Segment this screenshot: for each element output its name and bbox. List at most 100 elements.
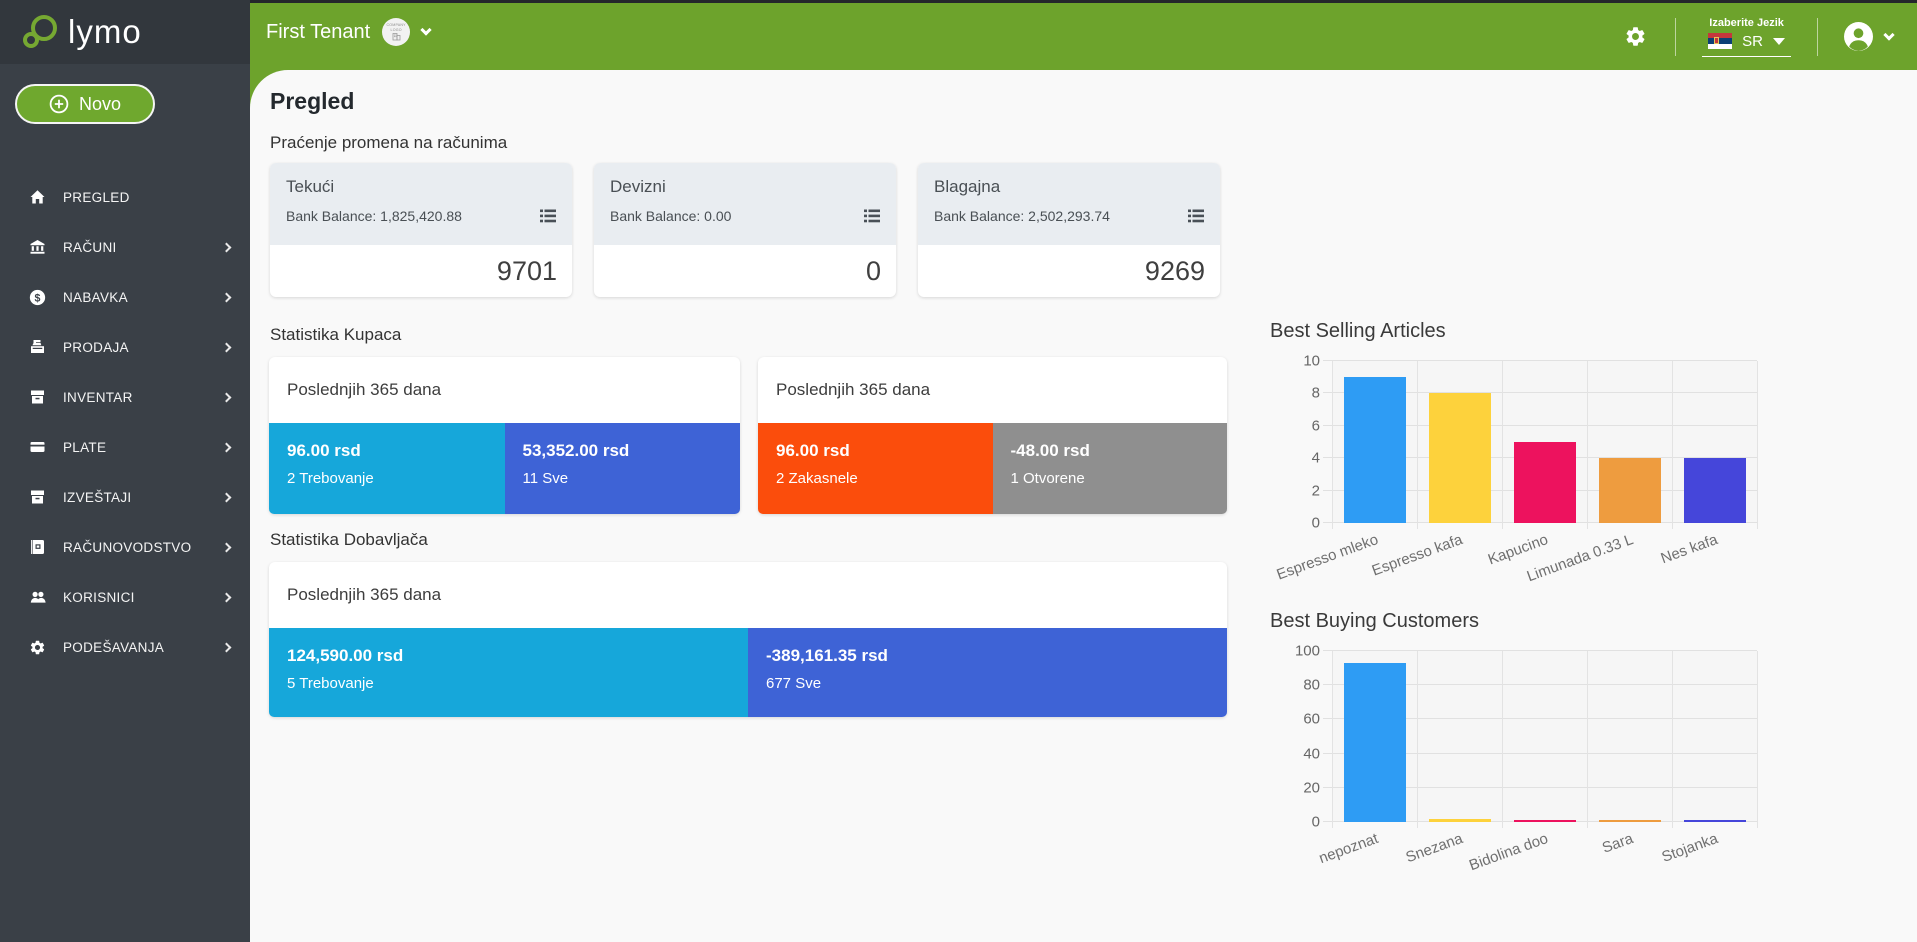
gridline — [1672, 651, 1673, 828]
gridline — [1502, 651, 1503, 828]
chevron-right-icon — [222, 542, 232, 552]
credit-card-icon — [28, 439, 47, 456]
tenant-selector[interactable]: First Tenant COMPANY LOGO — [266, 18, 430, 46]
account-name: Tekući — [286, 177, 556, 197]
best-buying-customers-chart: Best Buying Customers 020406080100 nepoz… — [1252, 610, 1792, 878]
settings-gear-icon — [28, 639, 47, 656]
sidebar-item-label: NABAVKA — [63, 290, 223, 305]
y-tick-label: 2 — [1312, 482, 1320, 499]
lymo-rings-icon — [20, 11, 62, 53]
y-tick-label: 0 — [1312, 814, 1320, 831]
customer-stat-card: Poslednjih 365 dana 96.00 rsd 2 Trebovan… — [269, 357, 740, 514]
account-name: Devizni — [610, 177, 880, 197]
sidebar-item-podesavanja[interactable]: PODEŠAVANJA — [0, 622, 250, 672]
chart-plot: 020406080100 — [1332, 651, 1757, 822]
stat-tile-zakasnele[interactable]: 96.00 rsd 2 Zakasnele — [758, 423, 993, 514]
list-icon[interactable] — [1188, 209, 1204, 223]
users-icon — [28, 589, 47, 606]
y-tick-label: 60 — [1303, 711, 1320, 728]
bar-kapucino[interactable] — [1514, 442, 1576, 523]
bar-nes-kafa[interactable] — [1684, 458, 1746, 523]
bar-espresso-kafa[interactable] — [1429, 393, 1491, 523]
supplier-stat-card: Poslednjih 365 dana 124,590.00 rsd 5 Tre… — [269, 562, 1227, 717]
cash-register-icon — [28, 339, 47, 356]
y-tick-label: 0 — [1312, 515, 1320, 532]
logo-text: lymo — [68, 13, 142, 51]
sidebar-item-nabavka[interactable]: $ NABAVKA — [0, 272, 250, 322]
gridline — [1323, 650, 1757, 651]
account-balance: Bank Balance: 2,502,293.74 — [934, 208, 1110, 224]
chevron-right-icon — [222, 442, 232, 452]
account-card-blagajna: Blagajna Bank Balance: 2,502,293.74 9269 — [918, 163, 1220, 297]
gridline — [1587, 361, 1588, 529]
language-selector[interactable]: Izaberite Jezik SR — [1702, 17, 1791, 57]
stat-tile-label: 5 Trebovanje — [287, 675, 748, 692]
archive-box-icon — [28, 389, 47, 406]
y-tick-label: 100 — [1295, 643, 1320, 660]
sidebar-item-label: RAČUNI — [63, 240, 223, 255]
stat-tile-sve[interactable]: -389,161.35 rsd 677 Sve — [748, 628, 1227, 717]
suppliers-section-title: Statistika Dobavljača — [270, 530, 428, 550]
accounts-section-title: Praćenje promena na računima — [270, 133, 507, 153]
stat-tile-trebovanje[interactable]: 96.00 rsd 2 Trebovanje — [269, 423, 505, 514]
sidebar-item-label: INVENTAR — [63, 390, 223, 405]
settings-gear-icon[interactable] — [1624, 25, 1647, 48]
x-axis-label: Espresso mleko — [1274, 531, 1380, 583]
gridline — [1323, 360, 1757, 361]
x-axis-label: nepoznat — [1316, 830, 1380, 867]
novo-button[interactable]: Novo — [15, 84, 155, 124]
building-icon — [392, 32, 401, 41]
bank-icon — [28, 239, 47, 256]
sidebar-item-pregled[interactable]: PREGLED — [0, 172, 250, 222]
bar-limunada-0-33-l[interactable] — [1599, 458, 1661, 523]
x-axis-label: Nes kafa — [1659, 531, 1720, 567]
stat-tile-value: 124,590.00 rsd — [287, 646, 748, 666]
ledger-book-icon — [28, 539, 47, 556]
sidebar-item-label: PREGLED — [63, 190, 230, 205]
account-card-header: Devizni Bank Balance: 0.00 — [594, 163, 896, 245]
archive-box-icon — [28, 489, 47, 506]
account-count: 9269 — [1145, 256, 1205, 287]
dollar-circle-icon: $ — [28, 289, 47, 306]
sidebar-item-label: IZVEŠTAJI — [63, 490, 223, 505]
divider — [1675, 18, 1676, 56]
app-logo[interactable]: lymo — [0, 0, 250, 64]
chevron-right-icon — [222, 292, 232, 302]
sidebar-item-inventar[interactable]: INVENTAR — [0, 372, 250, 422]
gridline — [1757, 361, 1758, 529]
stat-tile-value: -48.00 rsd — [1011, 441, 1228, 461]
stat-tile-trebovanje[interactable]: 124,590.00 rsd 5 Trebovanje — [269, 628, 748, 717]
chevron-right-icon — [222, 592, 232, 602]
account-balance: Bank Balance: 0.00 — [610, 208, 731, 224]
topbar-actions: Izaberite Jezik SR — [1624, 3, 1917, 70]
sidebar-item-izvestaji[interactable]: IZVEŠTAJI — [0, 472, 250, 522]
stat-period-label: Poslednjih 365 dana — [758, 357, 1227, 423]
list-icon[interactable] — [540, 209, 556, 223]
page-title: Pregled — [270, 88, 354, 115]
sidebar-item-plate[interactable]: PLATE — [0, 422, 250, 472]
stat-tile-otvorene[interactable]: -48.00 rsd 1 Otvorene — [993, 423, 1228, 514]
bar-nepoznat[interactable] — [1344, 663, 1406, 822]
sidebar-item-korisnici[interactable]: KORISNICI — [0, 572, 250, 622]
account-balance: Bank Balance: 1,825,420.88 — [286, 208, 462, 224]
chart-yaxis: 020406080100 — [1252, 651, 1332, 822]
sidebar-item-racunovodstvo[interactable]: RAČUNOVODSTVO — [0, 522, 250, 572]
gridline — [1672, 361, 1673, 529]
plus-circle-icon — [49, 94, 69, 114]
stat-tile-label: 2 Trebovanje — [287, 470, 505, 487]
account-card-devizni: Devizni Bank Balance: 0.00 0 — [594, 163, 896, 297]
list-icon[interactable] — [864, 209, 880, 223]
chart-xlabels: nepoznatSnezanaBidolina dooSaraStojanka — [1332, 822, 1757, 878]
y-tick-label: 80 — [1303, 677, 1320, 694]
company-logo-badge: COMPANY LOGO — [382, 18, 410, 46]
sidebar-item-racuni[interactable]: RAČUNI — [0, 222, 250, 272]
user-menu[interactable] — [1844, 22, 1893, 51]
sidebar-item-prodaja[interactable]: PRODAJA — [0, 322, 250, 372]
stat-tile-sve[interactable]: 53,352.00 rsd 11 Sve — [505, 423, 741, 514]
customer-stat-card: Poslednjih 365 dana 96.00 rsd 2 Zakasnel… — [758, 357, 1227, 514]
bar-espresso-mleko[interactable] — [1344, 377, 1406, 523]
sidebar-item-label: PRODAJA — [63, 340, 223, 355]
sidebar-item-label: RAČUNOVODSTVO — [63, 540, 223, 555]
chevron-right-icon — [222, 492, 232, 502]
tenant-name: First Tenant — [266, 21, 370, 44]
